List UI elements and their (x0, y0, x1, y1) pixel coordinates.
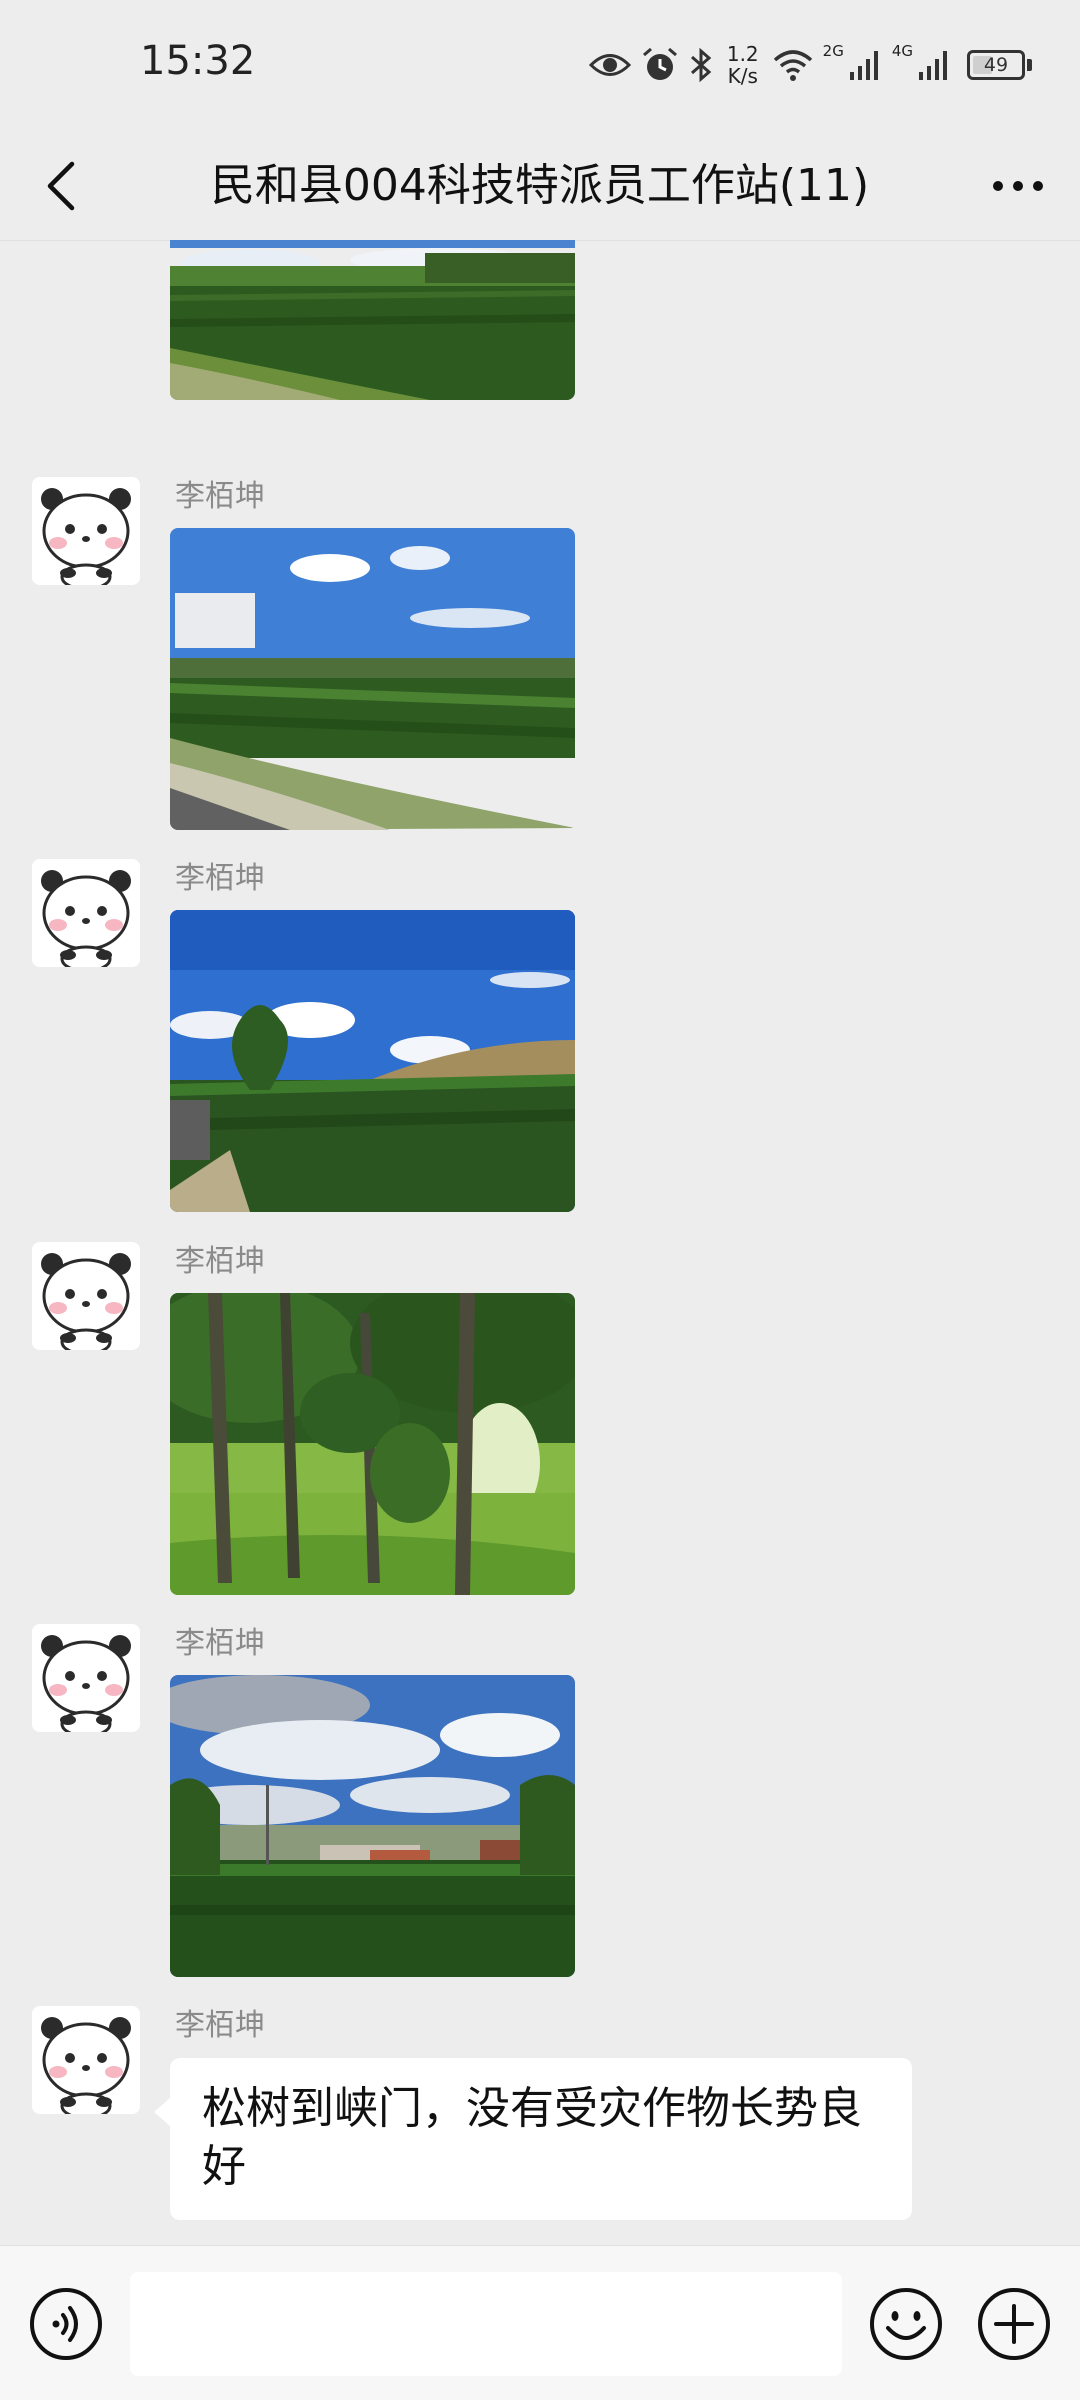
emoji-button[interactable] (868, 2286, 944, 2362)
more-horizontal-icon (993, 181, 1043, 191)
message-image[interactable] (170, 528, 575, 830)
plus-icon (978, 2288, 1050, 2360)
avatar[interactable] (32, 859, 140, 967)
message-item: 李栢坤 (0, 1624, 1080, 1994)
message-image[interactable] (170, 1293, 575, 1595)
status-icons: 1.2 K/s 2G 4G 49 (588, 30, 1032, 100)
network-type-4g: 4G (891, 42, 913, 60)
avatar[interactable] (32, 1242, 140, 1350)
panda-avatar-icon (32, 859, 140, 967)
more-functions-button[interactable] (976, 2286, 1052, 2362)
network-type-2g: 2G (822, 42, 844, 60)
message-item: 李栢坤 (0, 859, 1080, 1229)
voice-button[interactable] (28, 2286, 104, 2362)
chevron-left-icon (47, 161, 75, 211)
input-bar (0, 2245, 1080, 2400)
speed-value: 1.2 (726, 42, 759, 66)
wifi-icon (773, 48, 813, 82)
emoji-icon (870, 2288, 942, 2360)
sender-name: 李栢坤 (175, 479, 265, 514)
battery-icon: 49 (967, 50, 1025, 80)
message-bubble[interactable]: 松树到峡门，没有受灾作物长势良好 (154, 2058, 912, 2220)
message-image[interactable] (170, 910, 575, 1212)
panda-avatar-icon (32, 1624, 140, 1732)
sender-name: 李栢坤 (175, 1244, 265, 1279)
more-button[interactable] (986, 154, 1050, 218)
sender-name: 李栢坤 (175, 861, 265, 896)
avatar[interactable] (32, 1624, 140, 1732)
voice-icon (30, 2288, 102, 2360)
message-input[interactable] (130, 2272, 842, 2376)
message-item: 李栢坤 (0, 1242, 1080, 1612)
signal-icon (917, 48, 951, 82)
network-speed: 1.2 K/s (727, 43, 759, 87)
battery-cap (1027, 59, 1032, 71)
panda-avatar-icon (32, 477, 140, 585)
eye-icon (588, 50, 631, 80)
sender-name: 李栢坤 (175, 1626, 265, 1661)
avatar[interactable] (32, 2006, 140, 2114)
speed-unit: K/s (727, 64, 758, 88)
message-item (0, 240, 1080, 448)
panda-avatar-icon (32, 1242, 140, 1350)
panda-avatar-icon (32, 2006, 140, 2114)
status-time: 15:32 (140, 38, 256, 84)
sender-name: 李栢坤 (175, 2008, 265, 2043)
alarm-icon (641, 46, 679, 84)
message-list[interactable]: 李栢坤 李栢坤 李栢坤 李栢坤 李栢坤 松树到峡门，没有受灾作物长势良好 (0, 240, 1080, 2245)
signal-icon (848, 48, 882, 82)
message-image[interactable] (170, 1675, 575, 1977)
chat-title: 民和县004科技特派员工作站(11) (210, 160, 870, 211)
message-image[interactable] (170, 240, 575, 400)
avatar[interactable] (32, 477, 140, 585)
bluetooth-icon (689, 47, 713, 83)
message-item: 李栢坤 松树到峡门，没有受灾作物长势良好 (0, 2006, 1080, 2245)
chat-header: 民和县004科技特派员工作站(11) (0, 132, 1080, 241)
battery-percent: 49 (983, 54, 1009, 76)
status-bar: 15:32 1.2 K/s 2G 4G 49 (0, 0, 1080, 132)
message-item: 李栢坤 (0, 477, 1080, 847)
back-button[interactable] (30, 154, 94, 218)
chat-screen: 15:32 1.2 K/s 2G 4G 49 民和县004科技特派员工作站(11… (0, 0, 1080, 2400)
